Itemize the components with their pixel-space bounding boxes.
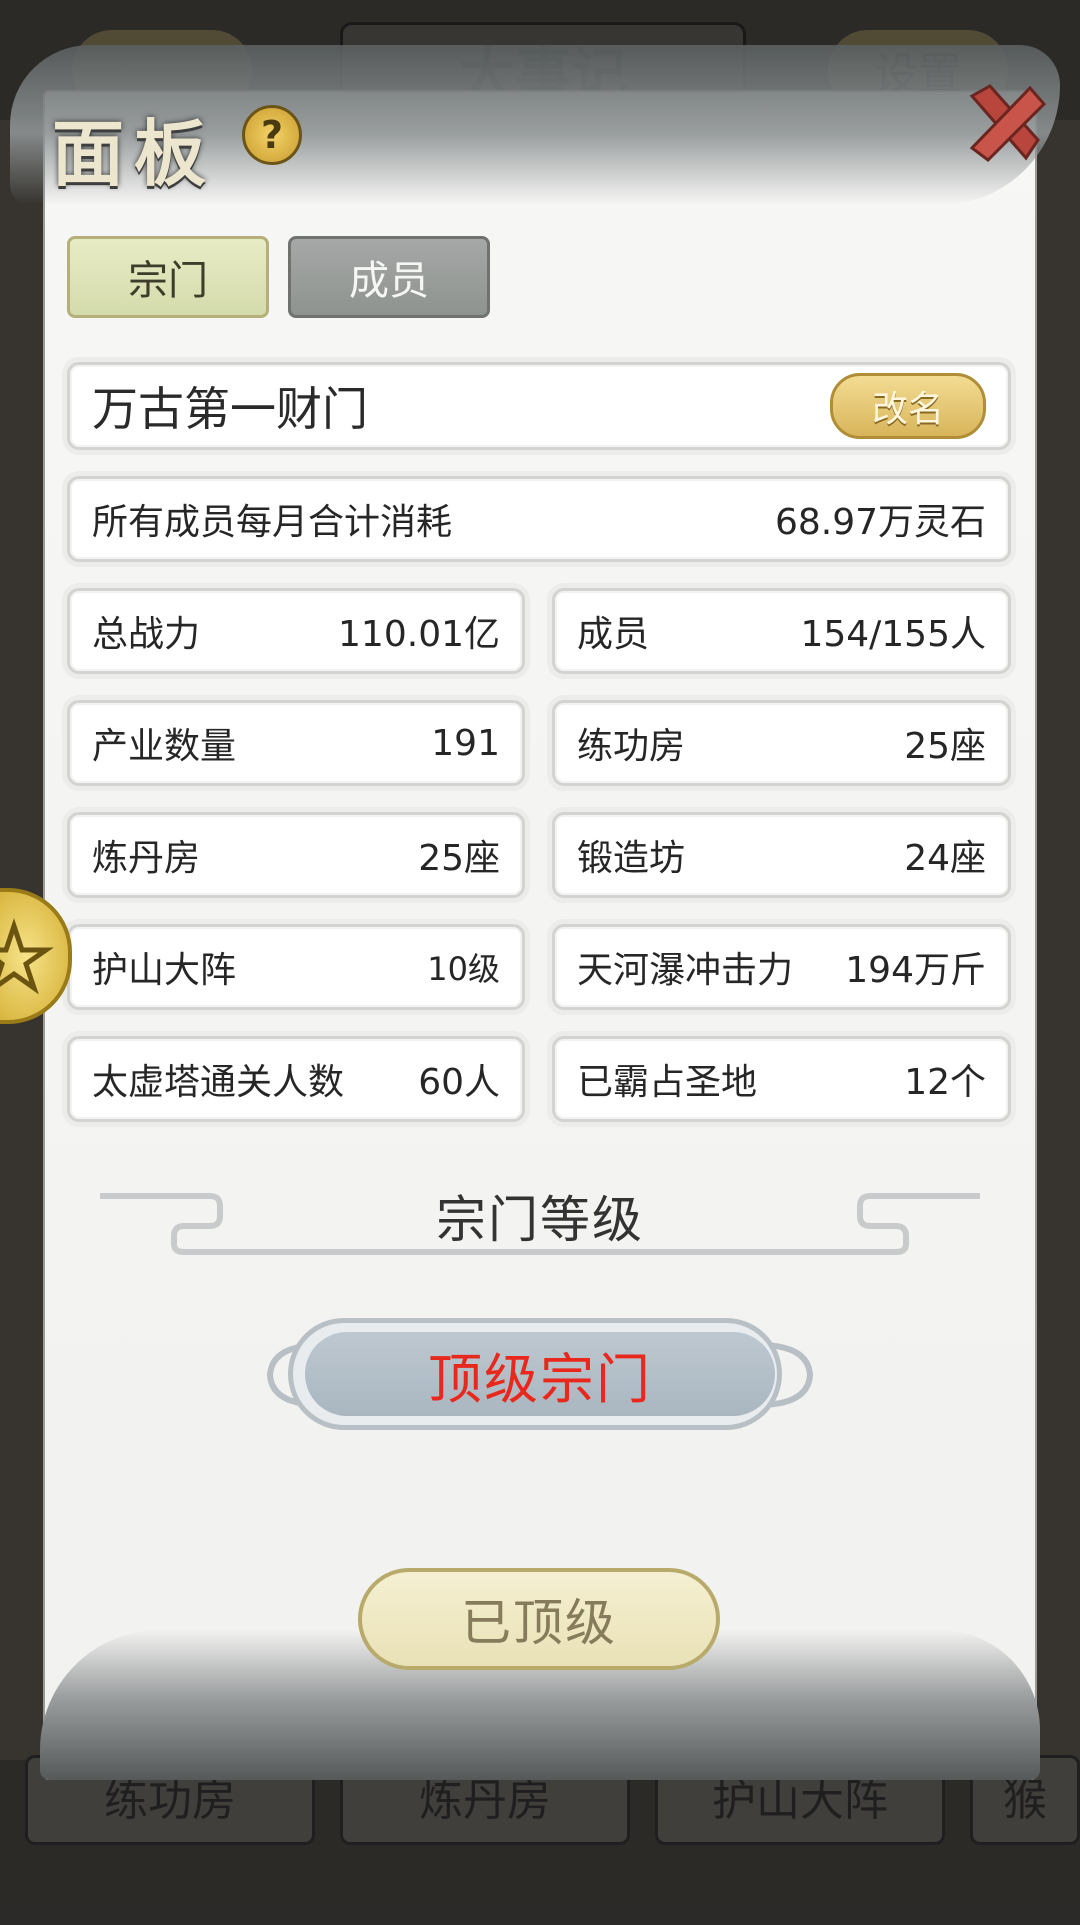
stat-value: 60人 [418,1062,500,1103]
stat-alchemy-rooms: 炼丹房 25座 [67,812,525,898]
stat-waterfall-impact: 天河瀑冲击力 194万斤 [552,924,1011,1010]
floating-star-widget[interactable] [0,888,72,1024]
stat-value: 24座 [904,838,986,879]
stat-label: 天河瀑冲击力 [577,950,794,991]
sect-name: 万古第一财门 [92,382,368,436]
monthly-cost-value: 68.97万灵石 [774,502,986,543]
stat-training-rooms: 练功房 25座 [552,700,1011,786]
stat-value: 25座 [904,726,986,767]
stat-label: 产业数量 [92,726,237,767]
stat-mountain-array: 护山大阵 10级 [67,924,525,1010]
stat-label: 护山大阵 [92,950,237,991]
stat-members: 成员 154/155人 [552,588,1011,674]
tab-members[interactable]: 成员 [288,236,490,318]
sect-name-row: 万古第一财门 改名 [67,362,1011,450]
star-icon [0,918,54,995]
close-icon[interactable] [960,78,1050,168]
stat-industries: 产业数量 191 [67,700,525,786]
tab-sect[interactable]: 宗门 [67,236,269,318]
stat-value: 12个 [904,1062,986,1103]
stat-holy-lands: 已霸占圣地 12个 [552,1036,1011,1122]
stat-forges: 锻造坊 24座 [552,812,1011,898]
stat-label: 已霸占圣地 [577,1062,758,1103]
stat-tower-clears: 太虚塔通关人数 60人 [67,1036,525,1122]
stat-value: 25座 [418,838,500,879]
panel-title: 面板 [52,111,217,196]
stat-label: 炼丹房 [92,838,201,879]
monthly-cost-label: 所有成员每月合计消耗 [92,502,453,543]
stat-value: 10级 [427,950,500,988]
stat-value: 194万斤 [845,950,986,991]
rename-button[interactable]: 改名 [830,373,986,439]
max-level-button[interactable]: 已顶级 [358,1568,720,1670]
stat-value: 110.01亿 [338,614,500,655]
sect-level-heading: 宗门等级 [436,1191,644,1249]
stat-total-power: 总战力 110.01亿 [67,588,525,674]
stat-label: 练功房 [577,726,686,767]
sect-rank-badge: 顶级宗门 [305,1332,775,1416]
stat-value: 191 [431,722,500,764]
stat-label: 太虚塔通关人数 [92,1062,345,1103]
stat-value: 154/155人 [800,614,986,655]
stat-label: 成员 [577,614,650,655]
stat-label: 锻造坊 [577,838,686,879]
stat-label: 总战力 [92,614,201,655]
help-icon[interactable]: ? [242,105,302,165]
monthly-cost-row: 所有成员每月合计消耗 68.97万灵石 [67,476,1011,562]
